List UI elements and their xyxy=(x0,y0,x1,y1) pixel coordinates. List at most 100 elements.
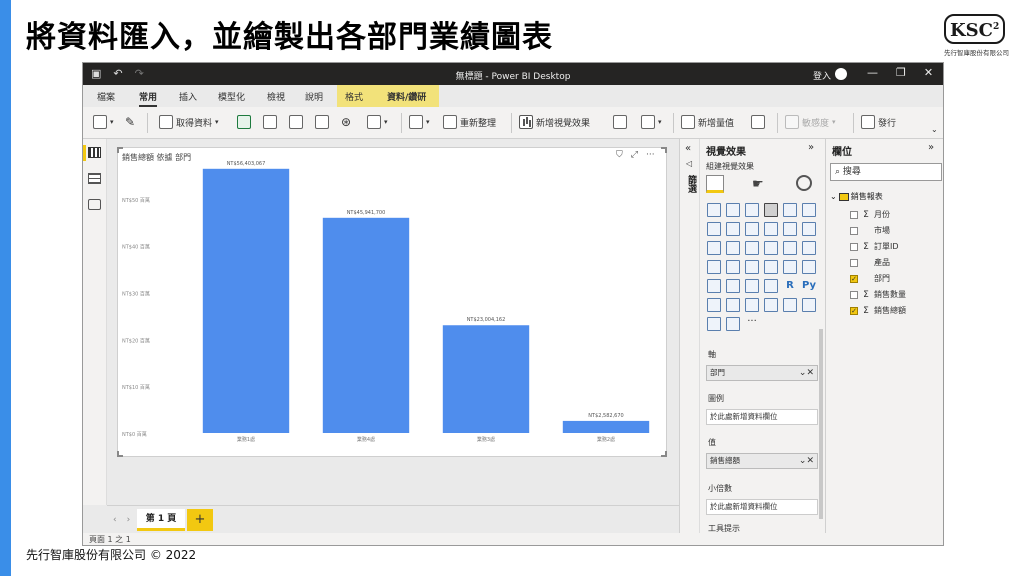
line-clustered-icon[interactable] xyxy=(783,222,797,236)
excel-button[interactable] xyxy=(237,115,251,129)
power-apps-icon[interactable] xyxy=(707,317,721,331)
field-item[interactable]: Σ 訂單ID xyxy=(850,241,899,252)
decomposition-tree-icon[interactable] xyxy=(726,298,740,312)
clustered-column-icon[interactable] xyxy=(764,203,778,217)
format-painter-button[interactable]: ✎ xyxy=(125,115,135,129)
resize-handle[interactable] xyxy=(117,147,123,153)
sensitivity-button[interactable]: 敏感度 ▾ xyxy=(785,115,836,129)
stacked-column-icon[interactable] xyxy=(726,203,740,217)
enter-data-button[interactable] xyxy=(315,115,329,129)
narrative-icon[interactable] xyxy=(764,298,778,312)
line-column-icon[interactable] xyxy=(764,222,778,236)
more-visuals-button[interactable]: ▾ xyxy=(641,115,662,129)
avatar[interactable] xyxy=(835,68,847,80)
menu-home[interactable]: 常用 xyxy=(139,90,158,107)
field-checkbox[interactable] xyxy=(850,210,858,219)
refresh-button[interactable]: 重新整理 xyxy=(443,115,496,129)
100-bar-icon[interactable] xyxy=(783,203,797,217)
menu-format[interactable]: 格式 xyxy=(345,90,363,103)
100-column-icon[interactable] xyxy=(802,203,816,217)
field-checkbox[interactable] xyxy=(850,258,858,267)
legend-well[interactable]: 於此處新增資料欄位 xyxy=(706,409,818,425)
chart-visual[interactable]: NT$0 百萬 NT$10 百萬 NT$20 百萬 NT$30 百萬 NT$40 百萬 N… xyxy=(117,147,667,457)
remove-field-icon[interactable]: ⌄✕ xyxy=(799,366,814,380)
filters-pane-collapsed[interactable]: « ◁ 篩選 xyxy=(680,139,700,533)
field-item[interactable]: 市場 xyxy=(850,225,890,236)
funnel-icon[interactable] xyxy=(726,241,740,255)
menu-data-drill[interactable]: 資料/鑽研 xyxy=(387,90,426,103)
collapse-visualizations-icon[interactable]: » xyxy=(808,142,814,153)
remove-field-icon[interactable]: ⌄✕ xyxy=(799,454,814,468)
model-view-icon[interactable] xyxy=(88,199,101,210)
minimize-button[interactable]: — xyxy=(867,66,878,79)
field-checkbox[interactable]: ✓ xyxy=(850,274,858,283)
add-page-button[interactable]: + xyxy=(187,509,213,531)
menu-view[interactable]: 檢視 xyxy=(267,90,285,103)
new-measure-button[interactable]: 新增量值 xyxy=(681,115,734,129)
restore-button[interactable]: ❐ xyxy=(896,66,906,79)
axis-well[interactable]: 部門 ⌄✕ xyxy=(706,365,818,381)
quick-measure-button[interactable] xyxy=(751,115,765,129)
paginated-icon[interactable] xyxy=(783,298,797,312)
python-visual-icon[interactable]: Py xyxy=(802,279,816,293)
new-visual-button[interactable]: 新增視覺效果 xyxy=(519,115,590,129)
field-checkbox[interactable] xyxy=(850,242,858,251)
slicer-icon[interactable] xyxy=(726,279,740,293)
pie-icon[interactable] xyxy=(764,241,778,255)
r-visual-icon[interactable]: R xyxy=(783,279,797,293)
key-influencers-icon[interactable] xyxy=(707,298,721,312)
menu-insert[interactable]: 插入 xyxy=(179,90,197,103)
field-item[interactable]: Σ 月份 xyxy=(850,209,890,220)
menu-help[interactable]: 說明 xyxy=(305,90,323,103)
field-item[interactable]: ✓ 部門 xyxy=(850,273,890,284)
transform-data-button[interactable]: ▾ xyxy=(367,115,388,129)
stacked-area-icon[interactable] xyxy=(745,222,759,236)
menu-file[interactable]: 檔案 xyxy=(97,90,115,103)
dataset-button[interactable] xyxy=(263,115,277,129)
card-icon[interactable] xyxy=(783,260,797,274)
field-checkbox[interactable] xyxy=(850,226,858,235)
expand-filters-icon[interactable]: « xyxy=(685,143,691,154)
build-visual-tab[interactable] xyxy=(706,175,724,193)
resize-handle[interactable] xyxy=(117,451,123,457)
stacked-bar-icon[interactable] xyxy=(707,203,721,217)
analytics-tab[interactable] xyxy=(796,175,812,191)
menu-modeling[interactable]: 模型化 xyxy=(218,90,245,103)
pane-scrollbar[interactable] xyxy=(819,329,823,519)
recent-sources-button[interactable]: ⊛ xyxy=(341,115,351,129)
table-sales-report[interactable]: ⌄ 銷售報表 xyxy=(830,191,883,202)
sign-in-link[interactable]: 登入 xyxy=(813,69,831,82)
field-item[interactable]: Σ 銷售數量 xyxy=(850,289,906,300)
filter-icon[interactable]: ⛉ xyxy=(616,150,623,160)
field-checkbox[interactable] xyxy=(850,290,858,299)
close-button[interactable]: ✕ xyxy=(924,66,933,79)
values-well[interactable]: 銷售總額 ⌄✕ xyxy=(706,453,818,469)
page-tab-1[interactable]: 第 1 頁 xyxy=(137,509,185,531)
field-item[interactable]: 產品 xyxy=(850,257,890,268)
next-page-button[interactable]: › xyxy=(127,515,131,525)
publish-button[interactable]: 發行 xyxy=(861,115,896,129)
focus-icon[interactable]: ⤢ xyxy=(631,150,638,160)
multi-card-icon[interactable] xyxy=(802,260,816,274)
transform-button[interactable]: ▾ xyxy=(409,115,430,129)
data-view-icon[interactable] xyxy=(88,173,101,184)
gauge-icon[interactable] xyxy=(764,260,778,274)
small-multiples-well[interactable]: 於此處新增資料欄位 xyxy=(706,499,818,515)
qa-icon[interactable] xyxy=(745,298,759,312)
waterfall-icon[interactable] xyxy=(707,241,721,255)
collapse-fields-icon[interactable]: » xyxy=(928,142,934,153)
paste-button[interactable]: ▾ xyxy=(93,115,114,129)
scatter-icon[interactable] xyxy=(745,241,759,255)
ribbon-chart-icon[interactable] xyxy=(802,222,816,236)
format-visual-tab[interactable]: ☛ xyxy=(752,177,764,192)
shape-map-icon[interactable] xyxy=(745,260,759,274)
get-data-button[interactable]: 取得資料 ▾ xyxy=(159,115,219,129)
trophy-icon[interactable] xyxy=(802,298,816,312)
ribbon-collapse-icon[interactable]: ⌄ xyxy=(931,125,938,134)
matrix-icon[interactable] xyxy=(764,279,778,293)
more-icon[interactable]: ··· xyxy=(646,150,655,160)
field-item[interactable]: ✓ Σ 銷售總額 xyxy=(850,305,906,316)
report-view-icon[interactable] xyxy=(88,147,101,158)
dataverse-button[interactable] xyxy=(289,115,303,129)
field-checkbox[interactable]: ✓ xyxy=(850,306,858,315)
